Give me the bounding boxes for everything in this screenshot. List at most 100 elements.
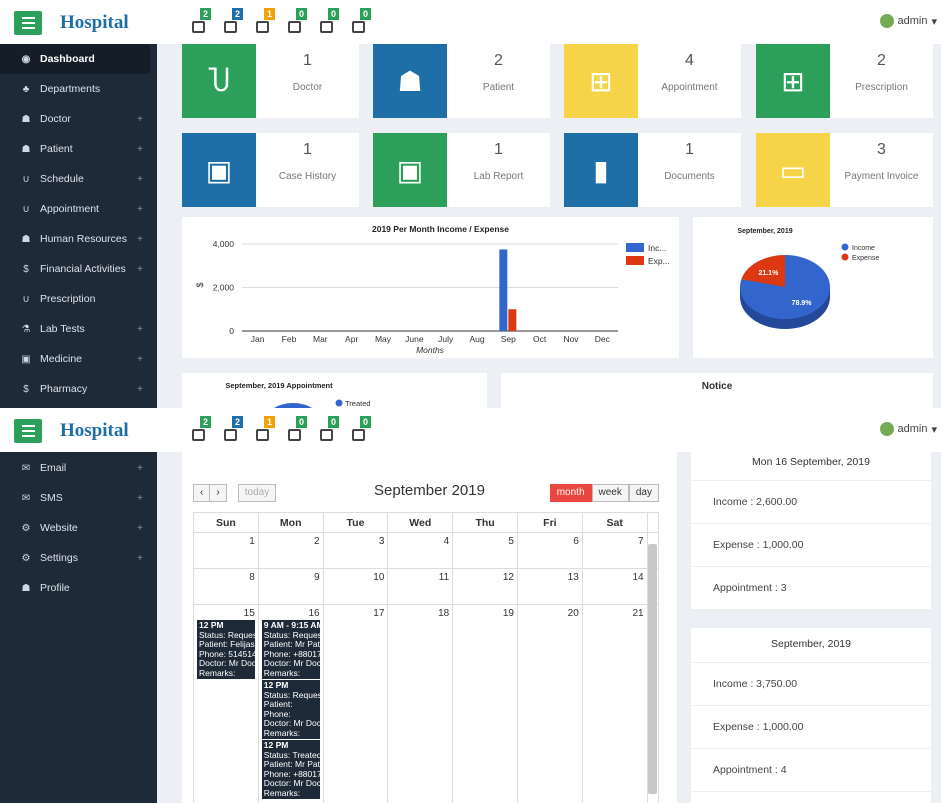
calendar-day-cell[interactable]: 4 <box>388 533 454 568</box>
calendar-day-cell[interactable]: 11 <box>388 569 454 604</box>
day-appointment: Appointment : 3 <box>691 567 931 610</box>
user-icon: ☗ <box>21 582 31 594</box>
stat-card-lab-report[interactable]: ▣ 1 Lab Report <box>373 133 550 207</box>
sidebar-item-medicine[interactable]: ▣ Medicine + <box>0 344 157 374</box>
expand-icon: + <box>137 173 143 185</box>
calendar-event[interactable]: 12 PMStatus: RequestePatient:Phone:Docto… <box>261 680 320 739</box>
stat-card-prescription[interactable]: ⊞ 2 Prescription <box>756 44 933 118</box>
admin-menu[interactable]: admin ▾ <box>879 14 937 28</box>
notification-item[interactable]: 0 <box>352 8 371 36</box>
sidebar-item-profile[interactable]: ☗ Profile <box>0 573 157 603</box>
calendar-day-cell[interactable]: 6 <box>518 533 583 568</box>
sidebar-item-appointment[interactable]: ∪ Appointment + <box>0 194 157 224</box>
day-name: Sun <box>194 513 259 532</box>
calendar-day-cell[interactable]: 12 <box>453 569 518 604</box>
admin-menu[interactable]: admin ▾ <box>879 422 937 436</box>
calendar-day-cell[interactable]: 19 <box>453 605 518 803</box>
sidebar: ◉ Dashboard ♣ Departments ☗ Doctor + ☗ Patient + ∪… <box>0 44 157 408</box>
stethoscope-icon: ∪ <box>22 203 30 215</box>
sidebar-item-schedule[interactable]: ∪ Schedule + <box>0 164 157 194</box>
menu-toggle-icon[interactable] <box>14 11 42 35</box>
calendar-event[interactable]: 12 PMStatus: RequestePatient: FelijasPho… <box>197 620 255 679</box>
calendar-grid: Sun Mon Tue Wed Thu Fri Sat 1 2 3 4 5 6 7 8 9 10 11 12 13 14… <box>193 512 659 803</box>
stat-card-doctor[interactable]: Ⴎ 1 Doctor <box>182 44 359 118</box>
calendar-day-cell[interactable]: 9 <box>259 569 324 604</box>
stat-card-body: 4 Appointment <box>638 44 741 118</box>
sidebar-item-prescription[interactable]: ∪ Prescription <box>0 284 157 314</box>
sidebar-item-patient[interactable]: ☗ Patient + <box>0 134 157 164</box>
notification-item[interactable]: 2 <box>224 416 243 444</box>
calendar-day-cell[interactable]: 17 <box>324 605 389 803</box>
stat-card-case-history[interactable]: ▣ 1 Case History <box>182 133 359 207</box>
appointment-chart-panel: September, 2019 Appointment Treated <box>182 373 487 408</box>
x-tick-label: Oct <box>533 334 547 344</box>
notification-item[interactable]: 1 <box>256 8 275 36</box>
notification-icon <box>352 21 365 33</box>
sidebar-item-human-resources[interactable]: ☗ Human Resources + <box>0 224 157 254</box>
notification-item[interactable]: 1 <box>256 416 275 444</box>
calendar-day-cell[interactable]: 1 <box>194 533 259 568</box>
brand-title[interactable]: Hospital <box>60 12 129 34</box>
stat-card-patient[interactable]: ☗ 2 Patient <box>373 44 550 118</box>
notification-item[interactable]: 2 <box>224 8 243 36</box>
week-view-button[interactable]: week <box>591 484 629 502</box>
calendar-day-cell[interactable]: 5 <box>453 533 518 568</box>
sidebar-item-settings[interactable]: ⚙ Settings + <box>0 543 157 573</box>
menu-toggle-icon[interactable] <box>14 419 42 443</box>
day-name: Thu <box>453 513 518 532</box>
stat-card-count: 3 <box>877 141 886 158</box>
notification-item[interactable]: 2 <box>192 416 211 444</box>
day-number: 17 <box>373 608 385 619</box>
calendar-day-cell[interactable]: 8 <box>194 569 259 604</box>
day-number: 20 <box>567 608 579 619</box>
notification-badge: 2 <box>232 8 243 20</box>
calendar-scrollbar[interactable] <box>648 544 657 794</box>
calendar-day-cell[interactable]: 1512 PMStatus: RequestePatient: FelijasP… <box>194 605 259 803</box>
notification-item[interactable]: 2 <box>192 8 211 36</box>
calendar-day-cell[interactable]: 20 <box>518 605 583 803</box>
sidebar-item-doctor[interactable]: ☗ Doctor + <box>0 104 157 134</box>
calendar-event[interactable]: 12 PMStatus: TreatedPatient: Mr PatiePho… <box>261 740 320 799</box>
stat-card-documents[interactable]: ▮ 1 Documents <box>564 133 741 207</box>
notification-item[interactable]: 0 <box>320 8 339 36</box>
calendar-day-cell[interactable]: 14 <box>583 569 648 604</box>
notification-item[interactable]: 0 <box>320 416 339 444</box>
calendar-day-cell[interactable]: 169 AM - 9:15 AMStatus: RequestePatient:… <box>259 605 324 803</box>
stat-card-count: 1 <box>494 141 503 158</box>
users-icon: ☗ <box>21 113 31 125</box>
notification-item[interactable]: 0 <box>288 416 307 444</box>
calendar-day-cell[interactable]: 2 <box>259 533 324 568</box>
notification-item[interactable]: 0 <box>288 8 307 36</box>
legend-label: Treated <box>345 399 371 408</box>
stat-card-payment-invoice[interactable]: ▭ 3 Payment Invoice <box>756 133 933 207</box>
pie-title: September, 2019 <box>737 228 792 235</box>
stat-card-body: 1 Documents <box>638 133 741 207</box>
sidebar-item-financial-activities[interactable]: $ Financial Activities + <box>0 254 157 284</box>
sidebar-item-lab-tests[interactable]: ⚗ Lab Tests + <box>0 314 157 344</box>
calendar-day-cell[interactable]: 21 <box>583 605 648 803</box>
calendar-day-cell[interactable]: 13 <box>518 569 583 604</box>
sidebar-item-dashboard[interactable]: ◉ Dashboard <box>0 44 150 74</box>
calendar-day-cell[interactable]: 18 <box>388 605 454 803</box>
sidebar-item-sms[interactable]: ✉ SMS + <box>0 483 157 513</box>
expand-icon: + <box>137 492 143 504</box>
users-icon: ☗ <box>21 233 31 245</box>
sidebar-item-email[interactable]: ✉ Email + <box>0 453 157 483</box>
appointment-pie-chart: September, 2019 Appointment Treated <box>225 381 371 408</box>
sidebar-item-website[interactable]: ⚙ Website + <box>0 513 157 543</box>
calendar-day-cell[interactable]: 10 <box>324 569 389 604</box>
stat-card-appointment[interactable]: ⊞ 4 Appointment <box>564 44 741 118</box>
sidebar-item-pharmacy[interactable]: $ Pharmacy + <box>0 374 157 404</box>
month-expense: Expense : 1,000.00 <box>691 706 931 749</box>
stat-card-label: Appointment <box>661 82 718 93</box>
sidebar-item-label: Departments <box>40 83 101 95</box>
calendar-day-cell[interactable]: 3 <box>324 533 389 568</box>
brand-title[interactable]: Hospital <box>60 420 129 442</box>
notification-item[interactable]: 0 <box>352 416 371 444</box>
calendar-event[interactable]: 9 AM - 9:15 AMStatus: RequestePatient: M… <box>261 620 320 679</box>
sidebar-item-departments[interactable]: ♣ Departments <box>0 74 157 104</box>
calendar-day-cell[interactable]: 7 <box>583 533 648 568</box>
day-view-button[interactable]: day <box>628 484 659 502</box>
stat-card-label: Case History <box>278 171 337 182</box>
month-view-button[interactable]: month <box>549 484 592 502</box>
